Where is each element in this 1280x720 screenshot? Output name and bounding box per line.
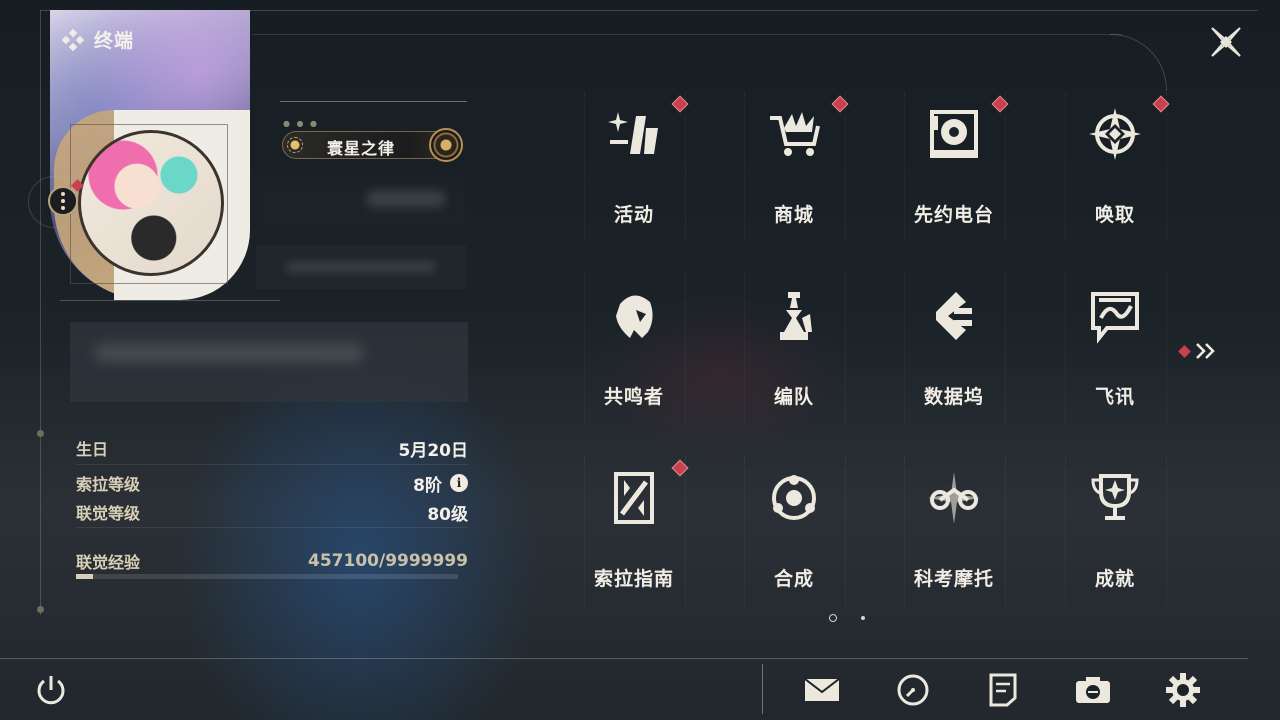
menu-tile-label: 数据坞 [923, 386, 984, 408]
union-exp-value: 457100/9999999 [308, 551, 468, 571]
menu-tile[interactable]: 编队 [744, 274, 846, 424]
bottom-vertical-divider [762, 664, 763, 714]
menu-tile[interactable]: 先约电台 [904, 92, 1009, 242]
stat-union-level: 联觉等级 80级 [76, 500, 468, 525]
avatar[interactable] [78, 130, 224, 276]
menu-tile-label: 唤取 [1094, 204, 1135, 226]
blurred-name-field [256, 175, 466, 225]
menu-tile-label: 科考摩托 [913, 568, 994, 590]
double-chevron-right-icon [1196, 343, 1215, 359]
chess-icon [780, 292, 812, 340]
compass-star-icon [1089, 108, 1141, 160]
dot-icon [61, 199, 65, 203]
power-icon[interactable] [32, 672, 70, 708]
stat-label: 联觉等级 [76, 504, 141, 523]
blurred-id-field [256, 245, 466, 289]
menu-tile[interactable]: 飞讯 [1065, 274, 1167, 424]
bottom-divider [0, 658, 1248, 659]
dot-icon [61, 206, 65, 210]
stat-label: 索拉等级 [76, 475, 141, 494]
rail-dot [37, 430, 44, 437]
sun-icon [287, 137, 303, 153]
rail-dot [37, 606, 44, 613]
menu-tile[interactable]: 唤取 [1065, 92, 1170, 242]
orb-icon [429, 128, 463, 162]
stat-sola-level: 索拉等级 8阶 i [76, 471, 468, 496]
character-icon [616, 295, 653, 338]
badge-title: 寰星之律 [327, 139, 396, 158]
stat-value: 8阶 i [413, 471, 468, 496]
settings-gear-icon[interactable] [1164, 672, 1202, 708]
stat-label: 联觉经验 [76, 553, 141, 572]
menu-tile-label: 先约电台 [913, 204, 994, 226]
frame-corner-arc [1110, 34, 1167, 91]
alert-dot-icon [1178, 344, 1191, 358]
menu-tile-label: 成就 [1094, 568, 1135, 590]
close-icon[interactable] [1206, 22, 1246, 62]
menu-tile[interactable]: 科考摩托 [904, 456, 1006, 606]
birthday-value: 5月20日 [398, 440, 469, 461]
chat-bubble-icon [1091, 292, 1139, 344]
cart-icon [770, 112, 820, 156]
divider [60, 300, 280, 301]
frame-inner-line [252, 34, 1122, 35]
profile-options-button[interactable] [48, 186, 78, 216]
guide-book-icon [614, 472, 654, 524]
dot-icon [61, 192, 65, 196]
page-dot[interactable] [829, 614, 837, 622]
badge-top-line [280, 101, 467, 102]
clock-icon[interactable] [894, 672, 932, 708]
motorbike-icon [928, 472, 980, 524]
trophy-icon [1091, 474, 1139, 520]
divider [76, 527, 468, 528]
diamond-cluster-icon [62, 28, 84, 51]
title-badge[interactable]: 寰星之律 [282, 128, 463, 162]
synthesis-icon [772, 475, 816, 520]
info-icon[interactable]: i [450, 474, 468, 492]
menu-tile[interactable]: 索拉指南 [584, 456, 689, 606]
menu-tile[interactable]: 数据坞 [904, 274, 1006, 424]
divider [76, 464, 468, 465]
stat-union-exp: 联觉经验 457100/9999999 [76, 549, 468, 573]
menu-tile[interactable]: 成就 [1065, 456, 1167, 606]
sola-level-value: 8阶 [413, 475, 442, 496]
page-header: 终端 [62, 26, 134, 53]
menu-tile-label: 编队 [773, 386, 814, 408]
menu-tile[interactable]: 共鸣者 [584, 274, 686, 424]
mail-icon[interactable] [803, 672, 841, 708]
menu-tile-label: 活动 [613, 204, 654, 226]
union-exp-progress-bar [76, 574, 458, 579]
sparkle-icon [608, 112, 658, 154]
menu-tile[interactable]: 活动 [584, 92, 689, 242]
data-dock-icon [936, 292, 972, 340]
stat-birthday: 生日 5月20日 [76, 436, 469, 461]
menu-tile-label: 飞讯 [1094, 386, 1135, 408]
stat-value: 80级 [427, 500, 468, 525]
notes-icon[interactable] [984, 672, 1022, 708]
camera-icon[interactable] [1074, 672, 1112, 708]
stat-value: 5月20日 [399, 436, 469, 461]
menu-tile-label: 商城 [773, 204, 814, 226]
menu-tile[interactable]: 商城 [744, 92, 849, 242]
menu-tile-label: 共鸣者 [603, 386, 664, 408]
union-exp-progress-fill [76, 574, 94, 579]
radio-icon [930, 110, 978, 158]
blurred-signature-box [70, 322, 468, 402]
next-page-button[interactable] [1178, 340, 1220, 362]
menu-tile-label: 索拉指南 [593, 568, 674, 590]
badge-dots-decor: ● ● ● [283, 119, 320, 128]
union-level-value: 80级 [427, 504, 468, 525]
page-title: 终端 [94, 30, 135, 52]
feature-grid: 活动 商城 先约电台 唤取共鸣者 编队 数据坞 飞讯索拉指南 合成 科考摩托 成就 [584, 92, 1184, 606]
menu-tile[interactable]: 合成 [744, 456, 846, 606]
page-dot[interactable] [861, 616, 865, 620]
frame-left-line [40, 10, 41, 615]
menu-tile-label: 合成 [773, 568, 814, 590]
stat-label: 生日 [76, 440, 109, 459]
